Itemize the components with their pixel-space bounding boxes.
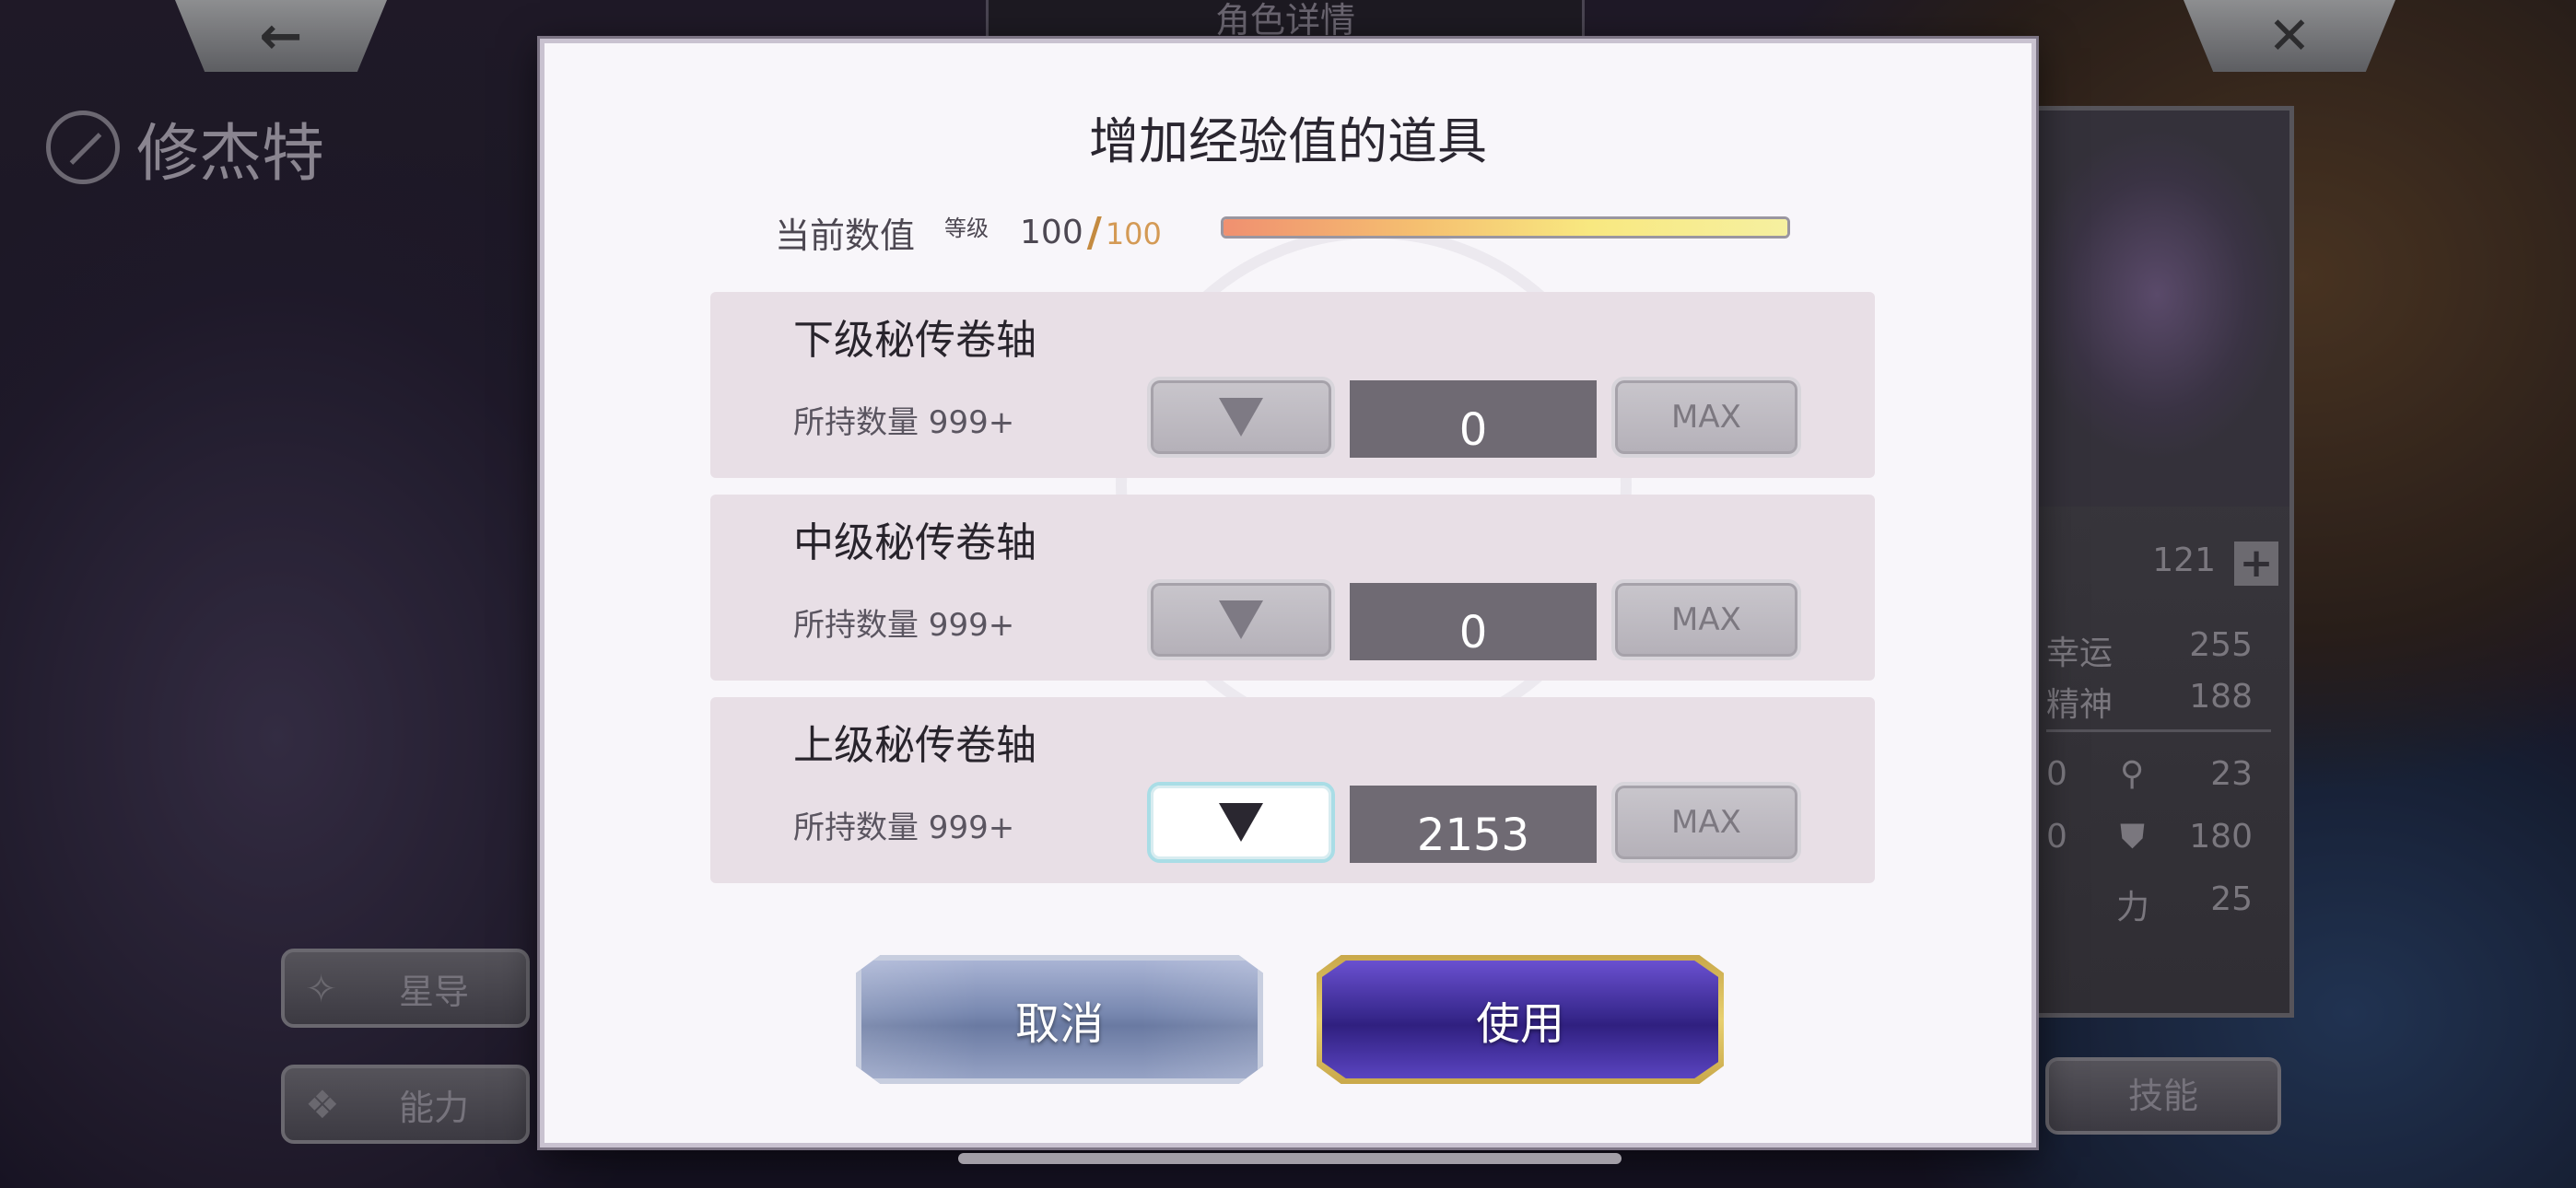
stat-value: 255 xyxy=(2189,626,2253,664)
decrease-button[interactable] xyxy=(1147,377,1335,458)
level-row: 121 + xyxy=(2028,542,2289,588)
skill-button[interactable]: 技能 xyxy=(2045,1057,2281,1135)
element-icon xyxy=(46,111,120,184)
sub-stat-prefix: 力 xyxy=(2116,889,2150,926)
item-name: 上级秘传卷轴 xyxy=(793,722,1036,769)
home-indicator[interactable] xyxy=(958,1153,1622,1164)
down-triangle-icon xyxy=(1219,398,1263,437)
character-name: 修杰特 xyxy=(136,117,325,191)
character-header: 修杰特 xyxy=(46,101,324,193)
max-button[interactable]: MAX xyxy=(1611,782,1801,863)
down-triangle-icon xyxy=(1219,803,1263,842)
down-triangle-icon xyxy=(1219,600,1263,639)
back-button[interactable]: ← xyxy=(175,0,387,72)
quantity-display: 2153 xyxy=(1350,786,1597,863)
star-guide-button[interactable]: ✧ 星导 xyxy=(281,949,530,1028)
shield-icon: ⛊ xyxy=(2120,818,2146,856)
arrow-left-icon: ← xyxy=(259,6,303,66)
level-tag: 等级 xyxy=(944,215,989,241)
top-tab-title: 角色详情 xyxy=(986,0,1585,41)
sub-stat-value: 180 xyxy=(2189,818,2253,856)
exp-progress-fill xyxy=(1224,219,1787,236)
level-value: 121 xyxy=(2152,542,2216,579)
sub-stat-value: 23 xyxy=(2210,755,2253,793)
sub-stat-prefix: 0 xyxy=(2046,818,2067,856)
ability-button[interactable]: ❖ 能力 xyxy=(281,1065,530,1144)
level-current: 100 xyxy=(1020,213,1083,251)
key-icon: ⚲ xyxy=(2120,755,2145,793)
quantity-display: 0 xyxy=(1350,583,1597,660)
dialog-title: 增加经验值的道具 xyxy=(1089,112,1487,170)
use-label: 使用 xyxy=(1475,998,1564,1050)
close-icon: ✕ xyxy=(2267,6,2312,66)
use-button[interactable]: 使用 xyxy=(1317,955,1724,1084)
cancel-label: 取消 xyxy=(1014,998,1104,1050)
item-card-upper-scroll: 上级秘传卷轴 所持数量 999+ 2153 MAX xyxy=(710,697,1875,883)
stat-label: 幸运 xyxy=(2046,635,2113,672)
max-button[interactable]: MAX xyxy=(1611,377,1801,458)
star-guide-icon: ✧ xyxy=(305,965,338,1011)
plus-icon[interactable]: + xyxy=(2234,542,2278,586)
character-portrait xyxy=(2028,111,2289,507)
decrease-button[interactable] xyxy=(1147,782,1335,863)
item-name: 中级秘传卷轴 xyxy=(793,519,1036,566)
decrease-button[interactable] xyxy=(1147,579,1335,660)
item-count: 所持数量 999+ xyxy=(793,607,1015,644)
current-value-label: 当前数值 xyxy=(775,215,916,256)
quantity-display: 0 xyxy=(1350,380,1597,458)
exp-progress-bar xyxy=(1221,216,1790,239)
item-count: 所持数量 999+ xyxy=(793,404,1015,441)
exp-item-dialog: 增加经验值的道具 当前数值 等级 100 / 100 下级秘传卷轴 所持数量 9… xyxy=(540,39,2036,1147)
item-card-middle-scroll: 中级秘传卷轴 所持数量 999+ 0 MAX xyxy=(710,495,1875,681)
stat-value: 188 xyxy=(2189,678,2253,716)
sub-stat-prefix: 0 xyxy=(2046,755,2067,793)
divider xyxy=(2046,729,2271,732)
item-name: 下级秘传卷轴 xyxy=(793,317,1036,364)
item-card-lower-scroll: 下级秘传卷轴 所持数量 999+ 0 MAX xyxy=(710,292,1875,478)
use-button-face: 使用 xyxy=(1322,961,1718,1078)
character-stats-panel: 121 + 幸运 255 精神 188 0 ⚲ 23 0 ⛊ 180 力 25 xyxy=(2023,106,2294,1018)
cancel-button[interactable]: 取消 xyxy=(856,955,1263,1084)
close-button[interactable]: ✕ xyxy=(2184,0,2395,72)
stat-label: 精神 xyxy=(2046,686,2113,724)
star-guide-label: 星导 xyxy=(398,971,469,1012)
level-slash: / xyxy=(1086,208,1102,256)
item-count: 所持数量 999+ xyxy=(793,809,1015,846)
sub-stat-value: 25 xyxy=(2210,880,2253,918)
ability-label: 能力 xyxy=(398,1087,469,1128)
level-max: 100 xyxy=(1105,216,1162,251)
ability-icon: ❖ xyxy=(305,1081,340,1127)
max-button[interactable]: MAX xyxy=(1611,579,1801,660)
